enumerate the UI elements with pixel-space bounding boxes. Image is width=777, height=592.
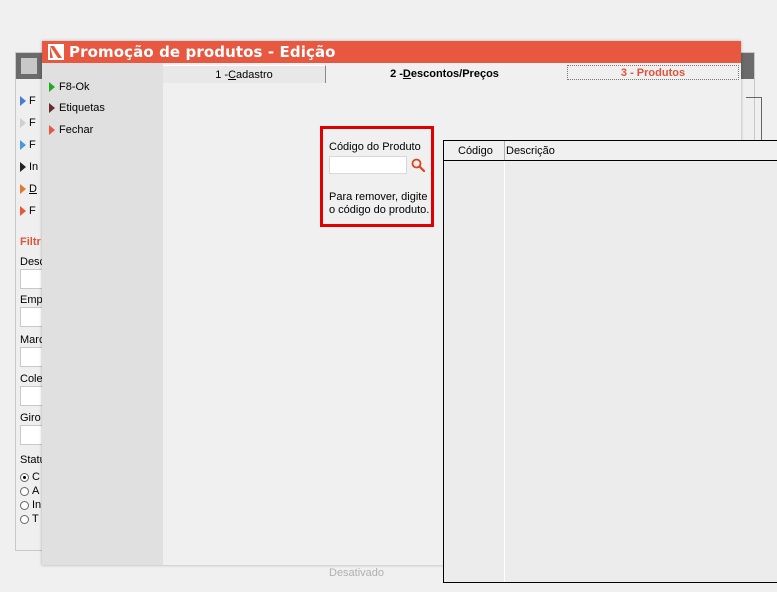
app-logo-icon — [21, 58, 37, 74]
status-radio[interactable]: In — [20, 499, 41, 511]
close-button-label: Fechar — [59, 124, 94, 136]
tab-cadastro[interactable]: 1 - Cadastro — [163, 65, 326, 83]
play-arrow-icon — [49, 103, 55, 113]
products-grid[interactable]: Código Descrição ▲ ▼ — [443, 140, 777, 583]
bg-menu-label: In — [29, 161, 39, 173]
grid-header: Código Descrição — [444, 141, 777, 161]
bg-menu-item-4[interactable]: In — [20, 160, 38, 174]
highlight-box — [320, 126, 434, 227]
dialog-title-bar[interactable]: Promoção de produtos - Edição — [42, 41, 741, 63]
column-header-codigo[interactable]: Código — [458, 145, 493, 157]
radio-icon — [20, 514, 29, 524]
bg-menu-label: F — [29, 117, 36, 129]
status-radio[interactable]: A — [20, 485, 39, 497]
radio-label: T — [32, 513, 39, 525]
tab-content-produtos: Código do Produto Para remover, digite o… — [163, 83, 777, 583]
tab-rest: adastro — [236, 68, 273, 81]
arrow-right-icon — [20, 118, 26, 128]
column-separator — [504, 141, 505, 160]
tab-accel: D — [402, 68, 411, 80]
arrow-right-icon — [20, 162, 26, 172]
status-radio[interactable]: C — [20, 471, 40, 483]
field-label: Cole — [20, 373, 43, 385]
app-logo-icon — [48, 44, 64, 60]
status-radio[interactable]: T — [20, 513, 39, 525]
labels-button[interactable]: Etiquetas — [49, 101, 105, 115]
bg-menu-item-1[interactable]: F — [20, 94, 36, 108]
radio-label: In — [32, 499, 42, 511]
bg-menu-label: F — [29, 139, 36, 151]
tab-produtos[interactable]: 3 - Produtos — [567, 65, 739, 80]
dialog-title: Promoção de produtos - Edição — [69, 43, 336, 61]
field-label: Emp — [20, 294, 43, 306]
close-button[interactable]: Fechar — [49, 123, 93, 137]
play-arrow-icon — [49, 125, 55, 135]
column-divider — [504, 161, 505, 582]
arrow-right-icon — [20, 96, 26, 106]
field-label: Marc — [20, 334, 45, 346]
arrow-right-icon — [20, 140, 26, 150]
radio-selected-icon — [20, 472, 29, 482]
tab-descontos-precos[interactable]: 2 - Descontos/Preços — [327, 65, 562, 83]
column-header-descricao[interactable]: Descrição — [506, 145, 555, 157]
field-label: Giro — [20, 412, 41, 424]
tab-accel: C — [228, 68, 237, 81]
promotion-edit-dialog: Promoção de produtos - Edição F8-Ok Etiq… — [42, 41, 777, 583]
tab-strip: 1 - Cadastro 2 - Descontos/Preços 3 - Pr… — [163, 63, 741, 83]
action-sidebar: F8-Ok Etiquetas Fechar — [42, 63, 163, 565]
bg-menu-label: D — [29, 183, 37, 195]
bg-menu-label: F — [29, 205, 36, 217]
bg-menu-item-3[interactable]: F — [20, 138, 36, 152]
tab-prefix: 1 - — [215, 68, 229, 81]
radio-icon — [20, 500, 29, 510]
disabled-status-label: Desativado — [329, 567, 385, 579]
tab-label: 3 - Produtos — [620, 66, 686, 79]
bg-menu-item-2[interactable]: F — [20, 116, 36, 130]
arrow-right-icon — [20, 206, 26, 216]
arrow-right-icon — [20, 184, 26, 194]
radio-label: C — [32, 471, 40, 483]
play-arrow-icon — [49, 82, 55, 92]
ok-button-label: F8-Ok — [59, 81, 90, 93]
filter-title: Filtr — [20, 236, 41, 248]
bg-menu-label: F — [29, 95, 36, 107]
bg-menu-item-5[interactable]: D — [20, 182, 37, 196]
labels-button-label: Etiquetas — [59, 102, 105, 114]
tab-prefix: 2 - — [390, 68, 403, 80]
radio-icon — [20, 486, 29, 496]
tab-rest: escontos/Preços — [410, 68, 499, 80]
ok-button[interactable]: F8-Ok — [49, 80, 90, 94]
radio-label: A — [32, 485, 40, 497]
bg-menu-item-6[interactable]: F — [20, 204, 36, 218]
